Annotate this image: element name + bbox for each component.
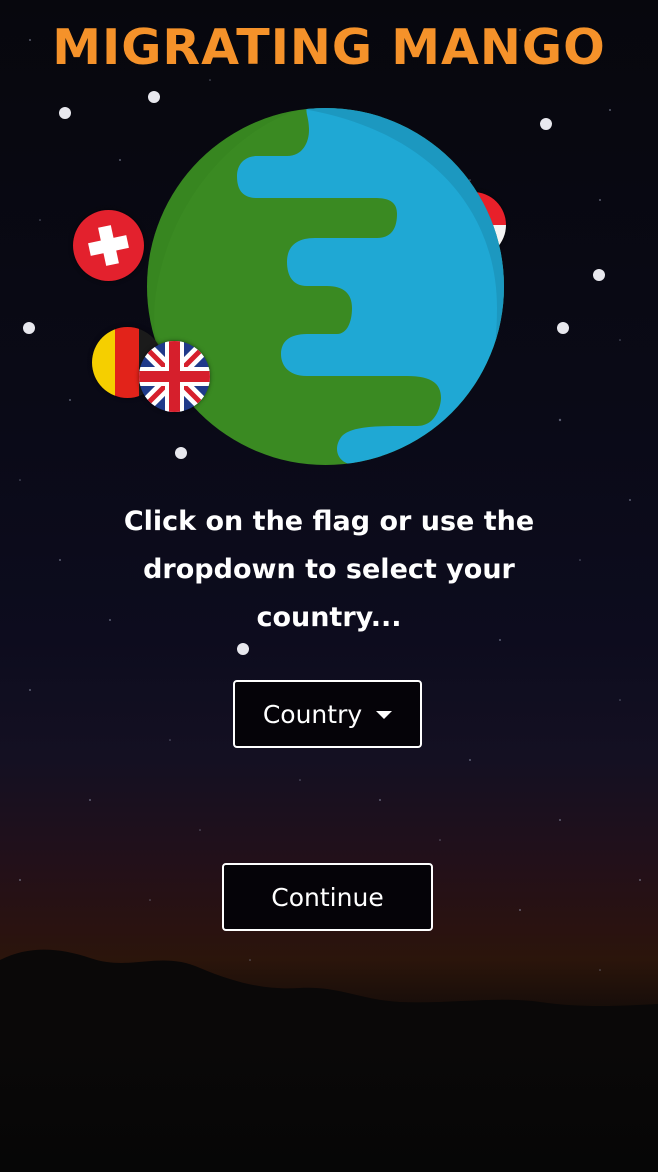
switzerland-flag-icon xyxy=(73,210,144,281)
country-dropdown[interactable]: Country xyxy=(233,680,422,748)
uk-flag-icon xyxy=(139,341,210,412)
caret-down-icon xyxy=(376,711,393,719)
continue-button-label: Continue xyxy=(271,882,384,912)
dot xyxy=(23,322,35,334)
app-title: MIGRATING MANGO xyxy=(52,19,606,76)
dot xyxy=(59,107,71,119)
switzerland-flag[interactable] xyxy=(73,210,144,281)
country-dropdown-label: Country xyxy=(262,699,363,729)
instruction-text: Click on the flag or use the dropdown to… xyxy=(123,506,535,633)
continue-button[interactable]: Continue xyxy=(222,863,433,931)
dot xyxy=(237,643,249,655)
dot xyxy=(148,91,160,103)
dot xyxy=(540,118,552,130)
mountain-silhouette xyxy=(0,949,658,1050)
globe-icon xyxy=(147,108,504,465)
united-kingdom-flag[interactable] xyxy=(139,341,210,412)
dot xyxy=(593,269,605,281)
dot xyxy=(557,322,569,334)
globe xyxy=(147,108,504,465)
